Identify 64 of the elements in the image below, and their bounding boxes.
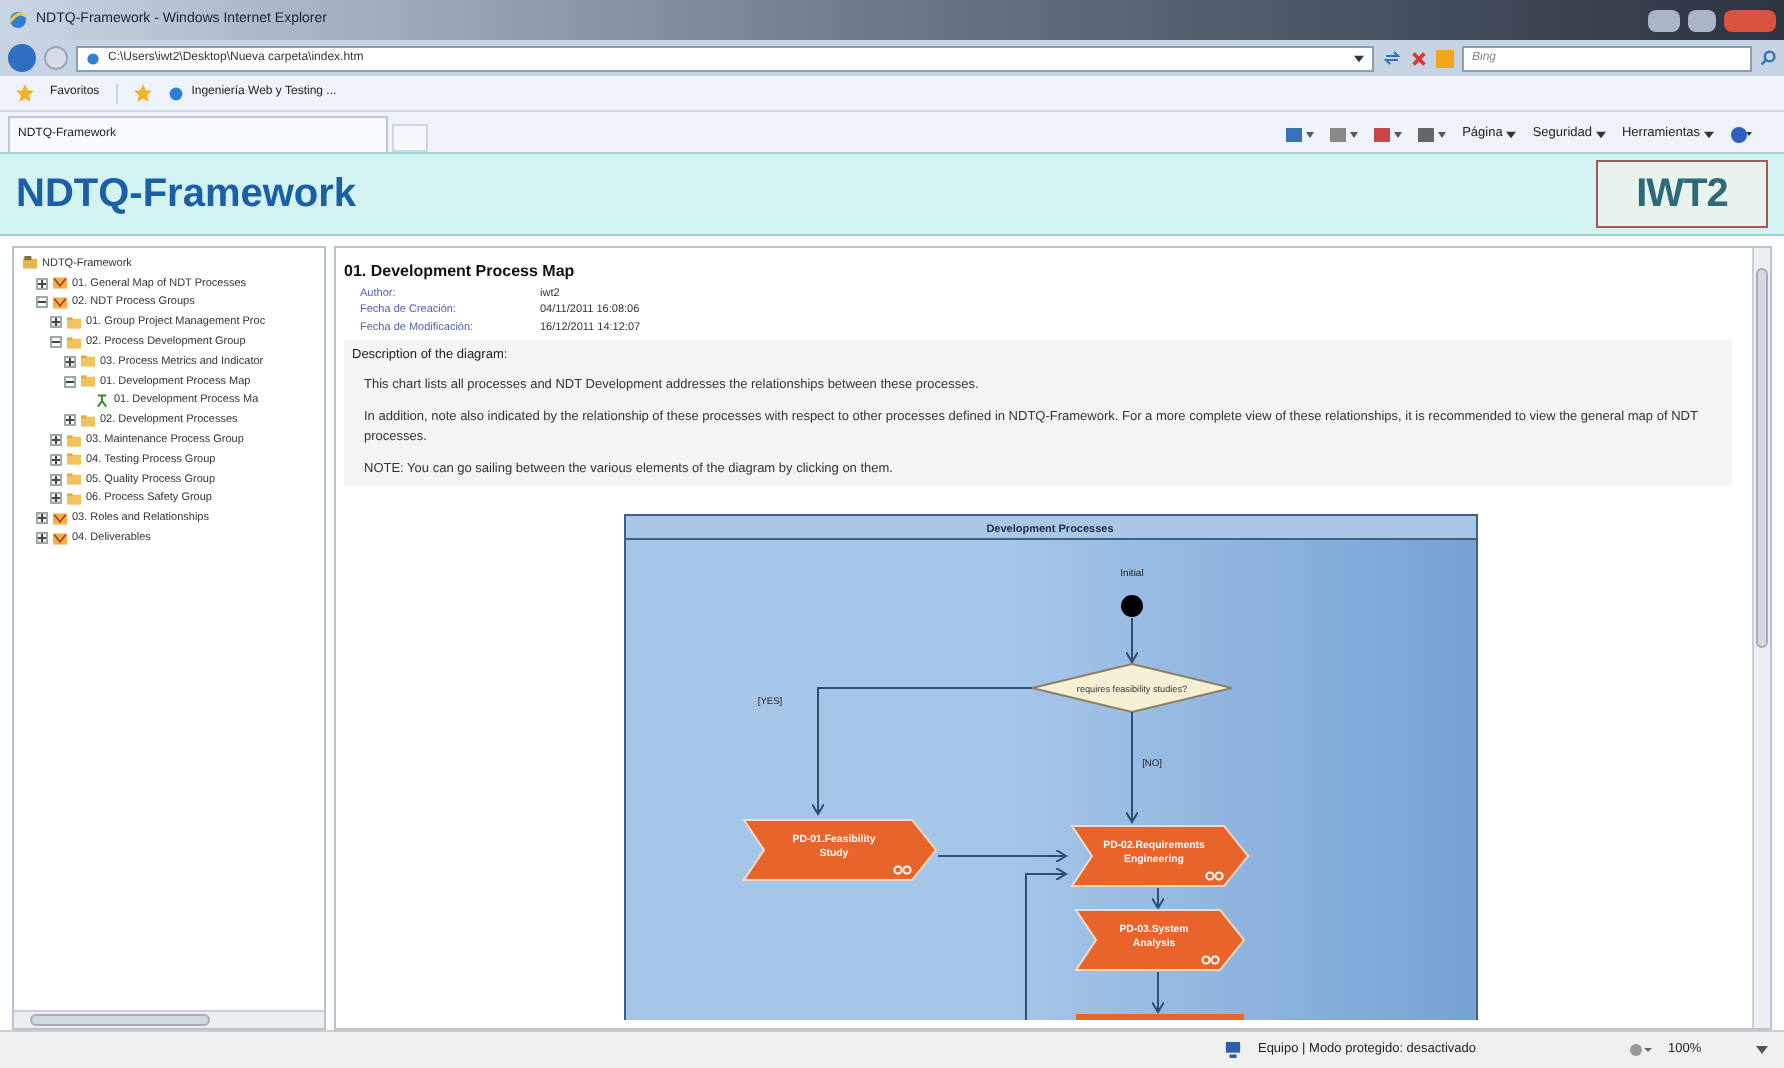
decision-node[interactable] (1031, 661, 1233, 713)
expander-toggle[interactable] (36, 512, 48, 525)
document-title: 01. Development Process Map (344, 260, 577, 284)
page-icon (86, 51, 100, 65)
help-icon[interactable] (1730, 125, 1752, 143)
caret-icon[interactable] (1756, 1044, 1768, 1056)
folder-icon (22, 256, 38, 271)
expander-toggle[interactable] (50, 492, 62, 505)
diagram-icon (94, 393, 110, 408)
site-title: NDTQ-Framework (16, 170, 357, 220)
folder-icon (66, 472, 82, 487)
caret-icon[interactable] (1595, 129, 1606, 139)
arrow (1125, 710, 1139, 822)
settings-icon[interactable] (1628, 1042, 1652, 1058)
browser-icon (8, 10, 28, 30)
caret-icon[interactable] (1354, 53, 1364, 63)
expander-toggle[interactable] (36, 277, 48, 290)
folder-icon (80, 354, 96, 369)
link-icon (893, 864, 912, 874)
star-icon (16, 84, 34, 102)
expander-toggle[interactable] (50, 336, 62, 349)
initial-node[interactable] (1121, 594, 1143, 616)
search-icon[interactable] (1760, 50, 1776, 66)
expander-toggle[interactable] (64, 355, 76, 368)
computer-icon (1223, 1042, 1242, 1058)
expander-toggle[interactable] (64, 414, 76, 427)
package-icon (52, 511, 68, 526)
package-icon (52, 276, 68, 291)
close-icon[interactable] (1410, 49, 1428, 67)
folder-icon (80, 413, 96, 428)
expander-toggle[interactable] (36, 296, 48, 309)
folder-icon (66, 491, 82, 506)
process-node[interactable] (1076, 1013, 1244, 1019)
link-icon (1201, 954, 1220, 964)
folder-icon (66, 315, 82, 330)
expander-toggle[interactable] (36, 532, 48, 545)
folder-icon (66, 452, 82, 467)
caret-icon[interactable] (1506, 129, 1517, 139)
caret-icon[interactable] (1704, 129, 1714, 139)
back-button[interactable] (8, 44, 36, 72)
minimize-button[interactable] (1648, 9, 1680, 31)
vertical-scrollbar[interactable] (1752, 248, 1770, 1028)
expander-toggle[interactable] (50, 434, 62, 447)
expander-toggle[interactable] (64, 375, 76, 388)
page-icon (167, 85, 184, 101)
package-icon (52, 295, 68, 310)
link-icon (1205, 870, 1224, 880)
package-icon (52, 531, 68, 546)
folder-icon (66, 335, 82, 350)
expander-toggle[interactable] (50, 473, 62, 486)
arrow (1151, 970, 1165, 1012)
horizontal-scrollbar[interactable] (14, 1010, 324, 1028)
maximize-button[interactable] (1688, 9, 1716, 31)
arrow (937, 848, 1067, 862)
close-button[interactable] (1724, 9, 1776, 31)
search-engine-icon (1436, 49, 1454, 67)
logo: IWT2 (1596, 160, 1768, 228)
folder-icon (80, 374, 96, 389)
expander-toggle[interactable] (50, 316, 62, 329)
arrow (1151, 886, 1165, 908)
folder-icon (66, 433, 82, 448)
refresh-icon[interactable] (1382, 48, 1402, 68)
expander-toggle[interactable] (50, 453, 62, 466)
arrow (1125, 616, 1139, 662)
